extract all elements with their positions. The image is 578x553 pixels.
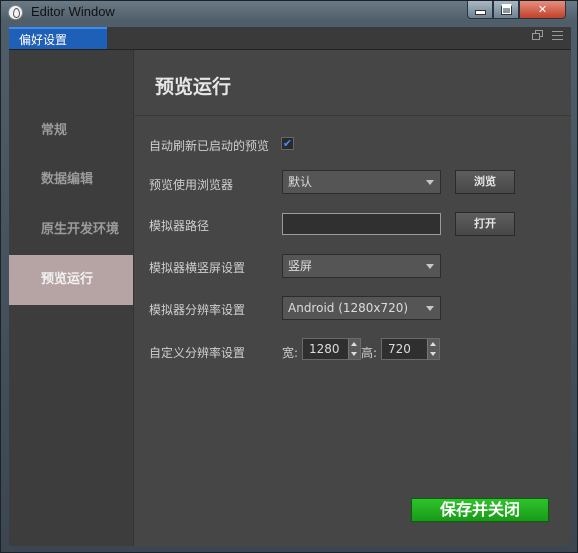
simulator-path-input[interactable]: [282, 213, 441, 235]
editor-window: Editor Window ✕ 偏好设置 常规 数据编辑 原生开发环境 预览运行…: [0, 0, 578, 553]
chevron-down-icon: [426, 306, 434, 311]
minimize-icon: [474, 10, 486, 15]
restore-window-icon[interactable]: [532, 30, 543, 40]
resolution-select-value: Android (1280x720): [288, 301, 409, 315]
custom-resolution-label: 自定义分辨率设置: [149, 346, 246, 360]
close-icon: ✕: [537, 3, 548, 16]
stepper-down-icon[interactable]: [348, 349, 360, 359]
minimize-button[interactable]: [467, 1, 493, 19]
auto-refresh-label: 自动刷新已启动的预览: [149, 139, 270, 153]
sidebar-item-preview-run[interactable]: 预览运行: [9, 255, 133, 305]
browse-button[interactable]: 浏览: [455, 170, 515, 194]
height-stepper[interactable]: 720: [381, 338, 440, 360]
sidebar-item-general[interactable]: 常规: [9, 106, 133, 156]
maximize-icon: [500, 4, 512, 15]
panel-tab-bar: 偏好设置: [9, 27, 571, 50]
maximize-button[interactable]: [493, 1, 519, 19]
sidebar-item-native-env[interactable]: 原生开发环境: [9, 205, 133, 255]
width-value: 1280: [309, 342, 340, 356]
app-logo-icon: [8, 5, 23, 20]
divider: [133, 115, 571, 116]
title-bar[interactable]: Editor Window ✕: [1, 1, 578, 25]
sidebar-item-data-edit[interactable]: 数据编辑: [9, 155, 133, 205]
close-button[interactable]: ✕: [519, 1, 566, 19]
menu-icon[interactable]: [552, 30, 563, 40]
height-value: 720: [388, 342, 411, 356]
orientation-select-value: 竖屏: [288, 259, 313, 273]
orientation-label: 模拟器横竖屏设置: [149, 261, 246, 275]
width-label: 宽:: [282, 346, 299, 360]
simulator-path-label: 模拟器路径: [149, 219, 210, 233]
browser-label: 预览使用浏览器: [149, 178, 234, 192]
chevron-down-icon: [426, 180, 434, 185]
orientation-select[interactable]: 竖屏: [282, 254, 441, 278]
height-label: 高:: [361, 346, 378, 360]
resolution-select[interactable]: Android (1280x720): [282, 296, 441, 320]
browser-select-value: 默认: [288, 175, 313, 189]
tab-preferences[interactable]: 偏好设置: [9, 27, 107, 49]
open-button[interactable]: 打开: [455, 212, 515, 236]
sidebar: 常规 数据编辑 原生开发环境 预览运行: [9, 50, 134, 546]
preferences-panel: 常规 数据编辑 原生开发环境 预览运行 预览运行 自动刷新已启动的预览 ✔ 预览…: [9, 50, 571, 546]
chevron-down-icon: [426, 264, 434, 269]
width-stepper[interactable]: 1280: [302, 338, 361, 360]
stepper-down-icon[interactable]: [427, 349, 439, 359]
page-title: 预览运行: [155, 76, 232, 98]
window-title: Editor Window: [31, 4, 115, 19]
resolution-label: 模拟器分辨率设置: [149, 303, 246, 317]
save-and-close-button[interactable]: 保存并关闭: [411, 498, 549, 522]
main-content: 预览运行 自动刷新已启动的预览 ✔ 预览使用浏览器 默认 浏览 模拟器路径 打开…: [133, 50, 571, 546]
checkmark-icon: ✔: [282, 137, 293, 150]
auto-refresh-checkbox[interactable]: ✔: [281, 137, 294, 150]
browser-select[interactable]: 默认: [282, 170, 441, 194]
